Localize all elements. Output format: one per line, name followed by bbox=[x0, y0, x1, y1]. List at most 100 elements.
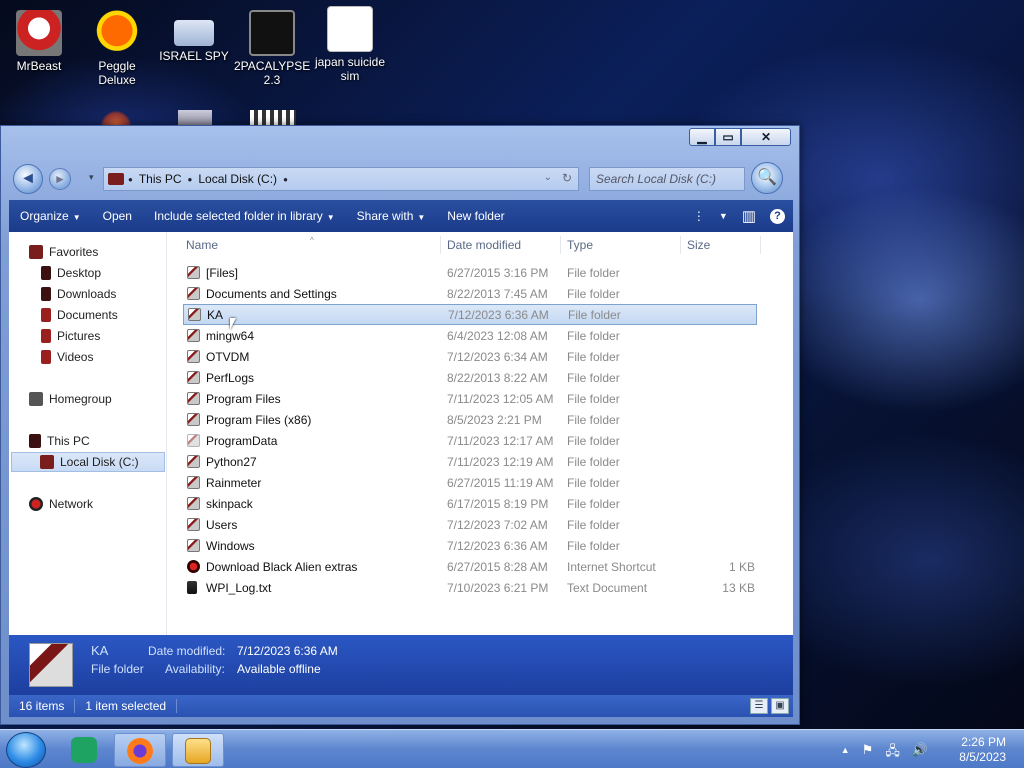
nav-this-pc[interactable]: This PC bbox=[29, 431, 159, 451]
desktop-icon-peggle[interactable]: Peggle Deluxe bbox=[79, 10, 155, 87]
chevron-down-icon: ▼ bbox=[326, 213, 335, 222]
desktop-icon-mrbeast[interactable]: MrBeast bbox=[1, 10, 77, 73]
views-dropdown-icon[interactable]: ▼ bbox=[719, 211, 728, 221]
file-type: File folder bbox=[567, 370, 620, 385]
column-name[interactable]: Name ^ bbox=[186, 236, 314, 252]
status-bar: 16 items 1 item selected ☰ ▣ bbox=[9, 695, 793, 717]
search-input[interactable]: Search Local Disk (C:) bbox=[589, 167, 745, 191]
details-name: KA bbox=[91, 643, 109, 658]
column-divider[interactable] bbox=[560, 236, 561, 254]
column-type[interactable]: Type bbox=[567, 238, 593, 252]
desktop-icon-2pacalypse[interactable]: 2PACALYPSE 2.3 bbox=[234, 10, 310, 87]
recent-locations-dropdown[interactable]: ▾ bbox=[89, 172, 94, 183]
file-row[interactable]: Users 7/12/2023 7:02 AM File folder bbox=[183, 514, 757, 535]
taskbar-app-sheets[interactable] bbox=[58, 733, 110, 767]
file-name: Windows bbox=[206, 538, 255, 553]
file-row[interactable]: skinpack 6/17/2015 8:19 PM File folder bbox=[183, 493, 757, 514]
file-date: 7/12/2023 6:36 AM bbox=[447, 538, 548, 553]
desktop-icon-israel-spy[interactable]: ISRAEL SPY bbox=[156, 10, 232, 63]
column-size[interactable]: Size bbox=[687, 238, 710, 252]
large-icons-view-icon[interactable]: ▣ bbox=[771, 698, 789, 714]
japan-sim-icon bbox=[327, 6, 373, 52]
file-row[interactable]: Download Black Alien extras 6/27/2015 8:2… bbox=[183, 556, 757, 577]
folder-icon bbox=[187, 329, 200, 342]
forward-button[interactable]: ► bbox=[49, 168, 71, 190]
start-button[interactable] bbox=[6, 732, 46, 768]
maximize-button[interactable]: ▭ bbox=[715, 128, 741, 146]
file-row[interactable]: Program Files 7/11/2023 12:05 AM File fold… bbox=[183, 388, 757, 409]
open-button[interactable]: Open bbox=[92, 209, 143, 223]
volume-icon[interactable]: 🔊 bbox=[912, 742, 928, 764]
back-button[interactable]: ◄ bbox=[13, 164, 43, 194]
file-row[interactable]: Program Files (x86) 8/5/2023 2:21 PM File … bbox=[183, 409, 757, 430]
file-date: 6/27/2015 8:28 AM bbox=[447, 559, 548, 574]
nav-label: Documents bbox=[57, 308, 118, 322]
address-bar[interactable]: ● This PC ● Local Disk (C:) ● ⌄ ↻ bbox=[103, 167, 579, 191]
help-icon[interactable]: ? bbox=[770, 208, 785, 224]
file-row[interactable]: mingw64 6/4/2023 12:08 AM File folder bbox=[183, 325, 757, 346]
file-row[interactable]: PerfLogs 8/22/2013 8:22 AM File folder bbox=[183, 367, 757, 388]
column-date[interactable]: Date modified bbox=[447, 238, 521, 252]
nav-pictures[interactable]: Pictures bbox=[41, 326, 161, 346]
column-divider[interactable] bbox=[680, 236, 681, 254]
nav-label: Favorites bbox=[49, 245, 99, 259]
file-name: ProgramData bbox=[206, 433, 278, 448]
file-row[interactable]: Rainmeter 6/27/2015 11:19 AM File folder bbox=[183, 472, 757, 493]
action-center-flag-icon[interactable]: ⚑ bbox=[862, 742, 874, 764]
clock[interactable]: 2:26 PM 8/5/2023 bbox=[959, 735, 1006, 765]
address-dropdown-icon[interactable]: ⌄ bbox=[544, 172, 552, 183]
include-label: Include selected folder in library bbox=[153, 209, 323, 223]
file-row[interactable]: OTVDM 7/12/2023 6:34 AM File folder bbox=[183, 346, 757, 367]
file-row[interactable]: KA 7/12/2023 6:36 AM File folder bbox=[183, 304, 757, 325]
desktop-icon bbox=[41, 266, 51, 280]
file-row[interactable]: WPI_Log.txt 7/10/2023 6:21 PM Text Documen… bbox=[183, 577, 757, 598]
details-view-icon[interactable]: ☰ bbox=[750, 698, 768, 714]
organize-menu[interactable]: Organize ▼ bbox=[9, 209, 92, 223]
column-divider[interactable] bbox=[760, 236, 761, 254]
file-row[interactable]: ProgramData 7/11/2023 12:17 AM File folder bbox=[183, 430, 757, 451]
show-hidden-icons-icon[interactable]: ▲ bbox=[841, 745, 850, 764]
search-icon[interactable]: 🔍 bbox=[751, 162, 783, 194]
taskbar-app-explorer[interactable] bbox=[172, 733, 224, 767]
close-button[interactable]: ✕ bbox=[741, 128, 791, 146]
breadcrumb-this-pc[interactable]: This PC bbox=[133, 172, 188, 186]
file-type: Internet Shortcut bbox=[567, 559, 656, 574]
network-icon[interactable]: 🖧 bbox=[885, 742, 900, 764]
refresh-icon[interactable]: ↻ bbox=[562, 171, 572, 185]
desktop-icon-japan-sim[interactable]: japan suicide sim bbox=[312, 6, 388, 83]
more-options-icon[interactable]: ⋮ bbox=[693, 209, 705, 223]
file-date: 8/5/2023 2:21 PM bbox=[447, 412, 542, 427]
nav-documents[interactable]: Documents bbox=[41, 305, 161, 325]
nav-downloads[interactable]: Downloads bbox=[41, 284, 161, 304]
file-type: File folder bbox=[567, 286, 620, 301]
nav-local-disk[interactable]: Local Disk (C:) bbox=[11, 452, 165, 472]
hidden-desktop-icon[interactable] bbox=[178, 110, 212, 126]
new-folder-button[interactable]: New folder bbox=[436, 209, 515, 223]
explorer-window[interactable]: ▁ ▭ ✕ ◄ ► ▾ ● This PC ● Local Disk (C:) … bbox=[0, 125, 800, 725]
file-list: Name ^ Date modified Type Size [Files] 6/… bbox=[167, 232, 793, 635]
file-row[interactable]: Windows 7/12/2023 6:36 AM File folder bbox=[183, 535, 757, 556]
breadcrumb-separator[interactable]: ● bbox=[283, 175, 288, 184]
file-name: [Files] bbox=[206, 265, 239, 280]
include-in-library-menu[interactable]: Include selected folder in library ▼ bbox=[143, 209, 346, 223]
file-name: Download Black Alien extras bbox=[206, 559, 358, 574]
minimize-button[interactable]: ▁ bbox=[689, 128, 715, 146]
file-row[interactable]: Python27 7/11/2023 12:19 AM File folder bbox=[183, 451, 757, 472]
breadcrumb-local-disk[interactable]: Local Disk (C:) bbox=[192, 172, 283, 186]
preview-pane-icon[interactable]: ▥ bbox=[742, 207, 756, 225]
file-row[interactable]: [Files] 6/27/2015 3:16 PM File folder bbox=[183, 262, 757, 283]
nav-videos[interactable]: Videos bbox=[41, 347, 161, 367]
nav-homegroup[interactable]: Homegroup bbox=[29, 389, 159, 409]
share-with-menu[interactable]: Share with ▼ bbox=[346, 209, 437, 223]
nav-desktop[interactable]: Desktop bbox=[41, 263, 161, 283]
taskbar-app-firefox[interactable] bbox=[114, 733, 166, 767]
column-divider[interactable] bbox=[440, 236, 441, 254]
nav-network[interactable]: Network bbox=[29, 494, 159, 514]
hidden-desktop-icon[interactable] bbox=[96, 110, 136, 126]
nav-favorites[interactable]: Favorites bbox=[29, 242, 159, 262]
hidden-desktop-icon[interactable] bbox=[250, 110, 296, 126]
file-row[interactable]: Documents and Settings 8/22/2013 7:45 AM F… bbox=[183, 283, 757, 304]
firefox-icon bbox=[127, 738, 153, 764]
file-name: skinpack bbox=[206, 496, 253, 511]
file-type: File folder bbox=[567, 349, 620, 364]
